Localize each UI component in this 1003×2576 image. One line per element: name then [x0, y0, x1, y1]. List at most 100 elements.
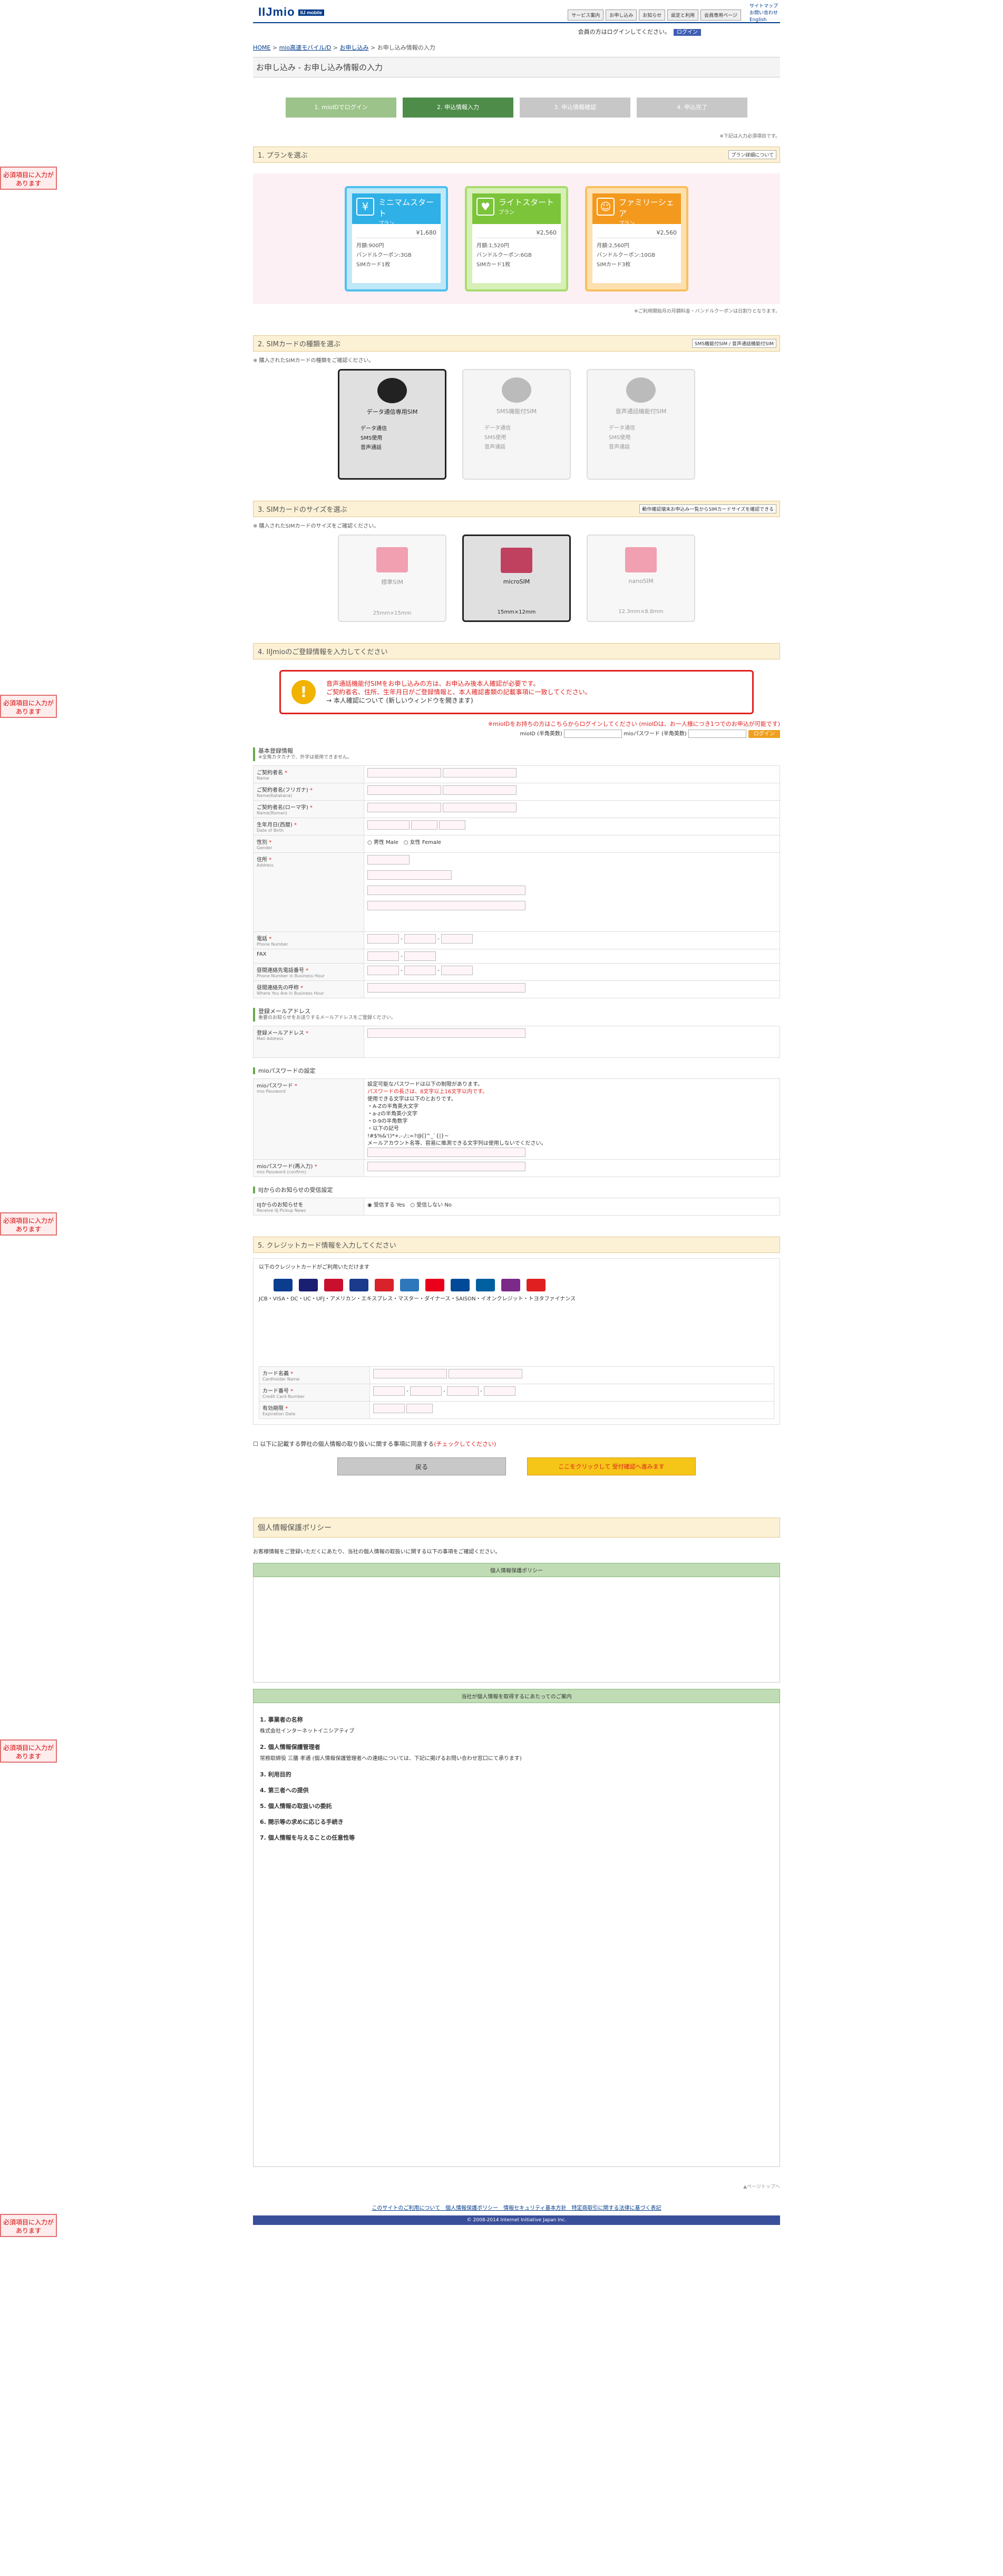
- sim-card-icon: [501, 548, 532, 573]
- size-options: 標準SIM 25mm×15mm microSIM 15mm×12mm nanoSIM…: [253, 534, 780, 622]
- size-nano[interactable]: nanoSIM 12.3mm×8.8mm: [587, 534, 695, 622]
- card-brand-logos: [274, 1279, 774, 1291]
- fax1-input[interactable]: [367, 951, 399, 961]
- day-contact-name-input[interactable]: [367, 983, 525, 993]
- saison-icon: [476, 1279, 495, 1291]
- bc-current: お申し込み情報の入力: [377, 44, 435, 51]
- first-name-input[interactable]: [443, 768, 517, 777]
- bc-home[interactable]: HOME: [253, 44, 270, 51]
- day-phone2-input[interactable]: [404, 966, 436, 975]
- mail-input[interactable]: [367, 1028, 525, 1038]
- news-yes-radio[interactable]: ◉ 受信する Yes: [367, 1202, 405, 1208]
- plan-light[interactable]: ♥ ライトスタート プラン ¥2,560 月額:1,520円 バンドルクーポン:6GB S…: [465, 186, 568, 291]
- zip-input[interactable]: [367, 855, 410, 864]
- birth-day-input[interactable]: [439, 820, 466, 830]
- size-check-link[interactable]: 動作確認端末お申込み一覧からSIMカードサイズを確認できる: [639, 504, 776, 513]
- gender-male-radio[interactable]: ○ 男性 Male: [367, 840, 398, 845]
- id-check-link[interactable]: → 本人確認について (新しいウィンドウを開きます): [326, 696, 591, 705]
- bc-mio[interactable]: mio高速モバイル/D: [279, 44, 332, 51]
- last-name-input[interactable]: [367, 768, 441, 777]
- agree-checkbox[interactable]: ☐ 以下に記載する弊社の個人情報の取り扱いに関する事項に同意する(チェックしてく…: [253, 1440, 780, 1448]
- first-roman-input[interactable]: [443, 803, 517, 812]
- password-input[interactable]: [367, 1148, 525, 1157]
- login-button[interactable]: ログイン: [674, 29, 701, 36]
- fax2-input[interactable]: [404, 951, 436, 961]
- sim-voice[interactable]: 音声通話機能付SIM データ通信 SMS使用 音声通話: [587, 369, 695, 480]
- required-badge: 必須項目に入力があります: [0, 167, 57, 190]
- bc-apply[interactable]: お申し込み: [340, 44, 369, 51]
- sim-options: データ通信専用SIM データ通信 SMS使用 音声通話 SMS機能付SIM データ通信 S…: [253, 369, 780, 480]
- voice-sim-warning: ! 音声通話機能付SIMをお申し込みの方は、お申込み後本人確認が必要です。 ご契約…: [279, 670, 754, 714]
- first-kana-input[interactable]: [443, 785, 517, 795]
- card-num2-input[interactable]: [410, 1386, 442, 1396]
- sim-card-icon: [625, 547, 657, 572]
- mioid-input[interactable]: [564, 730, 622, 738]
- size-micro[interactable]: microSIM 15mm×12mm: [462, 534, 571, 622]
- gender-female-radio[interactable]: ○ 女性 Female: [404, 840, 441, 845]
- card-form: カード名義 * Cardholder Name カード番号 * Credit Car…: [259, 1366, 774, 1419]
- sitemap-link[interactable]: サイトマップ: [749, 3, 778, 10]
- expiry-month-select[interactable]: [406, 1404, 433, 1413]
- day-phone1-input[interactable]: [367, 966, 399, 975]
- diners-icon: [451, 1279, 470, 1291]
- plan-detail-link[interactable]: プラン詳細について: [728, 150, 776, 159]
- section-size: 3. SIMカードのサイズを選ぶ 動作確認端末お申込み一覧からSIMカードサイズを…: [253, 501, 780, 517]
- nav-service[interactable]: サービス案内: [568, 9, 604, 21]
- chat-icon: [502, 377, 531, 403]
- login-info: 会員の方はログインしてください。 ログイン: [578, 27, 701, 36]
- last-kana-input[interactable]: [367, 785, 441, 795]
- confirm-button[interactable]: ここをクリックして 受付確認へ進みます: [527, 1457, 696, 1475]
- size-standard[interactable]: 標準SIM 25mm×15mm: [338, 534, 446, 622]
- policy-scrollbox[interactable]: [253, 1577, 780, 1683]
- footer-links[interactable]: このサイトのご利用について 個人情報保護ポリシー 情報セキュリティ基本方針 特定…: [253, 2203, 780, 2211]
- street-input[interactable]: [367, 901, 525, 910]
- phone1-input[interactable]: [367, 934, 399, 944]
- card-last-name-input[interactable]: [373, 1369, 447, 1378]
- nav-apply[interactable]: お申し込み: [606, 9, 637, 21]
- nav-settings[interactable]: 設定と利用: [667, 9, 699, 21]
- expiry-year-select[interactable]: [373, 1404, 405, 1413]
- back-button[interactable]: 戻る: [337, 1457, 506, 1475]
- news-no-radio[interactable]: ○ 受信しない No: [410, 1202, 452, 1208]
- nav-members[interactable]: 会員専用ページ: [700, 9, 741, 21]
- sim-sms[interactable]: SMS機能付SIM データ通信 SMS使用 音声通話: [462, 369, 571, 480]
- section-card: 5. クレジットカード情報を入力してください: [253, 1237, 780, 1253]
- required-badge: 必須項目に入力があります: [0, 1212, 57, 1236]
- nav-news[interactable]: お知らせ: [639, 9, 666, 21]
- city-input[interactable]: [367, 886, 525, 895]
- ufj-icon: [375, 1279, 394, 1291]
- miopw-input[interactable]: [688, 730, 746, 738]
- policy-scroll-heading: 個人情報保護ポリシー: [253, 1563, 780, 1577]
- english-link[interactable]: English: [749, 17, 778, 24]
- amex-icon: [400, 1279, 419, 1291]
- heart-icon: ♥: [476, 198, 494, 216]
- phone3-input[interactable]: [441, 934, 473, 944]
- card-num3-input[interactable]: [446, 1386, 479, 1396]
- last-roman-input[interactable]: [367, 803, 441, 812]
- copyright: © 2008-2014 Internet Initiative Japan In…: [253, 2215, 780, 2225]
- policy-body: 1. 事業者の名称 株式会社インターネットイニシアティブ 2. 個人情報保護管理者…: [253, 1703, 780, 2167]
- news-form: IIJからのお知らせを Receive IIJ Pickup News ◉ 受信する…: [253, 1198, 780, 1216]
- card-num1-input[interactable]: [373, 1386, 405, 1396]
- birth-month-input[interactable]: [411, 820, 438, 830]
- pagetop-link[interactable]: ▲ページトップへ: [253, 2183, 780, 2190]
- day-phone3-input[interactable]: [441, 966, 473, 975]
- logo[interactable]: IIJmio IIJ mobile: [258, 5, 325, 19]
- contact-link[interactable]: お問い合わせ: [749, 10, 778, 17]
- plan-family[interactable]: ☺ ファミリーシェア プラン ¥2,560 月額:2,560円 バンドルクーポン:10G…: [585, 186, 688, 291]
- pref-select[interactable]: [367, 870, 452, 880]
- step-4: 4. 申込完了: [637, 98, 747, 118]
- required-note: ※下記は入力必須項目です。: [719, 134, 780, 139]
- card-first-name-input[interactable]: [449, 1369, 523, 1378]
- card-num4-input[interactable]: [483, 1386, 515, 1396]
- section-plan: 1. プランを選ぶ プラン詳細について: [253, 147, 780, 163]
- pw-form: mioパスワード * mio Password 設定可能なパスワードは以下の制限が…: [253, 1078, 780, 1177]
- phone2-input[interactable]: [404, 934, 436, 944]
- aeon-icon: [501, 1279, 520, 1291]
- plan-minimum[interactable]: ¥ ミニマムスタート プラン ¥1,680 月額:900円 バンドルクーポン:3GB SI…: [345, 186, 448, 291]
- birth-year-input[interactable]: [367, 820, 410, 830]
- form-login-button[interactable]: ログイン: [748, 730, 780, 738]
- sim-data-only[interactable]: データ通信専用SIM データ通信 SMS使用 音声通話: [338, 369, 446, 480]
- dc-icon: [324, 1279, 343, 1291]
- password-confirm-input[interactable]: [367, 1162, 525, 1171]
